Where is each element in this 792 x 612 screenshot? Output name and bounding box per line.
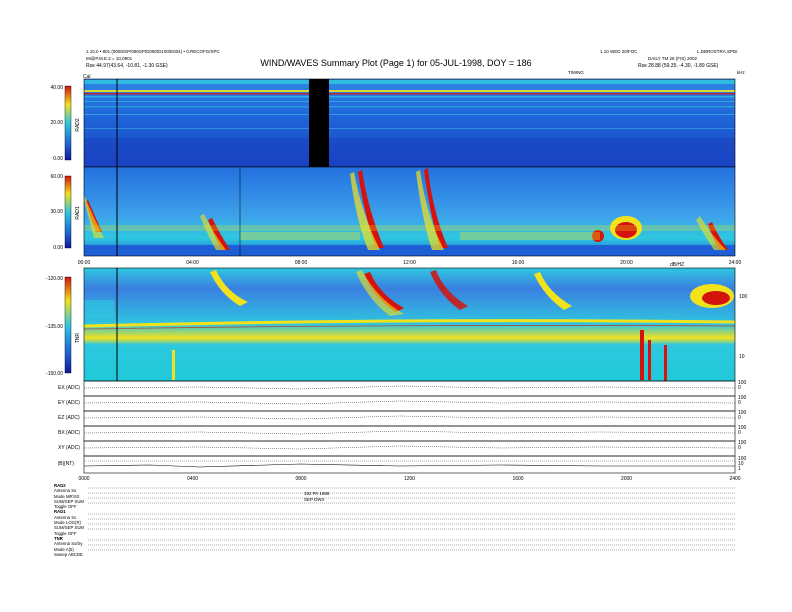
line-ez	[83, 415, 736, 420]
line-xy	[83, 445, 736, 450]
bottom-time-tick-label: 1600	[512, 476, 523, 482]
line-bx	[83, 430, 736, 435]
rad2-tick-label: 20.00	[50, 120, 63, 126]
tnr-tick-label: -135.00	[46, 324, 63, 330]
line-plot-right-label: 0	[738, 445, 741, 451]
tnr-colorbar	[64, 276, 72, 374]
rad1-panel	[83, 166, 736, 257]
line-plot-label: EZ (ADC)	[58, 415, 80, 421]
line-plot-label: |B|(NT)	[58, 461, 74, 467]
time-tick-label: 00:00	[78, 260, 91, 266]
time-tick-label: 20:00	[620, 260, 633, 266]
tnr-info-line: Sweep ABCDE	[54, 551, 83, 557]
line-ey	[83, 400, 736, 405]
info-column: RAD2 Antenna Sx Mode MR\SX SUM/SEP SUM T…	[54, 483, 84, 557]
line-plot-label: XY (ADC)	[58, 445, 80, 451]
rad2-tick-label: 40.00	[50, 85, 63, 91]
rad2-tick-label: 0.00	[53, 156, 63, 162]
time-tick-label: 12:00	[403, 260, 416, 266]
line-plot-label: EY (ADC)	[58, 400, 80, 406]
summary-plot: RAD2 RAD1 TNR 40.00 20.00 0.00 60.00 30.00 0.00 -…	[46, 74, 748, 551]
rad1-label: RAD1	[75, 206, 81, 220]
time-tick-label: 04:00	[186, 260, 199, 266]
line-plot-right-label: 0	[738, 400, 741, 406]
tnr-label: TNR	[75, 332, 81, 343]
info-dotted-rows	[88, 487, 735, 551]
tnr-right-tick-label: 100	[739, 294, 748, 300]
tnr-tick-label: -120.00	[46, 276, 63, 282]
tnr-right-tick-label: 10	[739, 354, 745, 360]
line-plot-right-label: 0	[738, 430, 741, 436]
rad1-tick-label: 30.00	[50, 209, 63, 215]
line-plot-label: BX (ADC)	[58, 430, 80, 436]
tnr-unit-label: dB/HZ	[670, 262, 684, 268]
rad2-label: RAD2	[75, 118, 81, 132]
bottom-time-tick-label: 0000	[78, 476, 89, 482]
center-note-2: SEP DW4	[304, 497, 325, 502]
line-plots	[83, 380, 736, 474]
center-note-1: 192 PA 1998	[304, 491, 330, 496]
time-tick-label: 24:00	[729, 260, 742, 266]
rad1-info-line: SUM/SEP SUM	[54, 525, 85, 531]
time-tick-label: 16:00	[512, 260, 525, 266]
rad1-colorbar	[64, 175, 72, 249]
line-plot-right-label: 0	[738, 385, 741, 391]
tnr-panel	[83, 267, 736, 382]
line-ex	[83, 385, 736, 390]
tnr-info-line: Antenna Sx/Sy	[54, 541, 83, 547]
bottom-time-tick-label: 2400	[729, 476, 740, 482]
line-plot-label: EX (ADC)	[58, 385, 80, 391]
bottom-time-tick-label: 0400	[187, 476, 198, 482]
rad2-panel	[83, 78, 736, 168]
rad1-tick-label: 0.00	[53, 245, 63, 251]
rad1-tick-label: 60.00	[50, 174, 63, 180]
bottom-time-tick-label: 2000	[621, 476, 632, 482]
bottom-time-tick-label: 0800	[295, 476, 306, 482]
time-tick-label: 08:00	[295, 260, 308, 266]
rad2-colorbar	[64, 85, 72, 161]
line-plot-right-label: 0	[738, 415, 741, 421]
line-b	[83, 463, 735, 468]
cal-marker-label: Cal	[83, 74, 91, 80]
tnr-tick-label: -150.00	[46, 371, 63, 377]
rad2-data-gap	[309, 79, 329, 167]
line-plot-right-label: 1	[738, 466, 741, 472]
bottom-time-tick-label: 1200	[404, 476, 415, 482]
